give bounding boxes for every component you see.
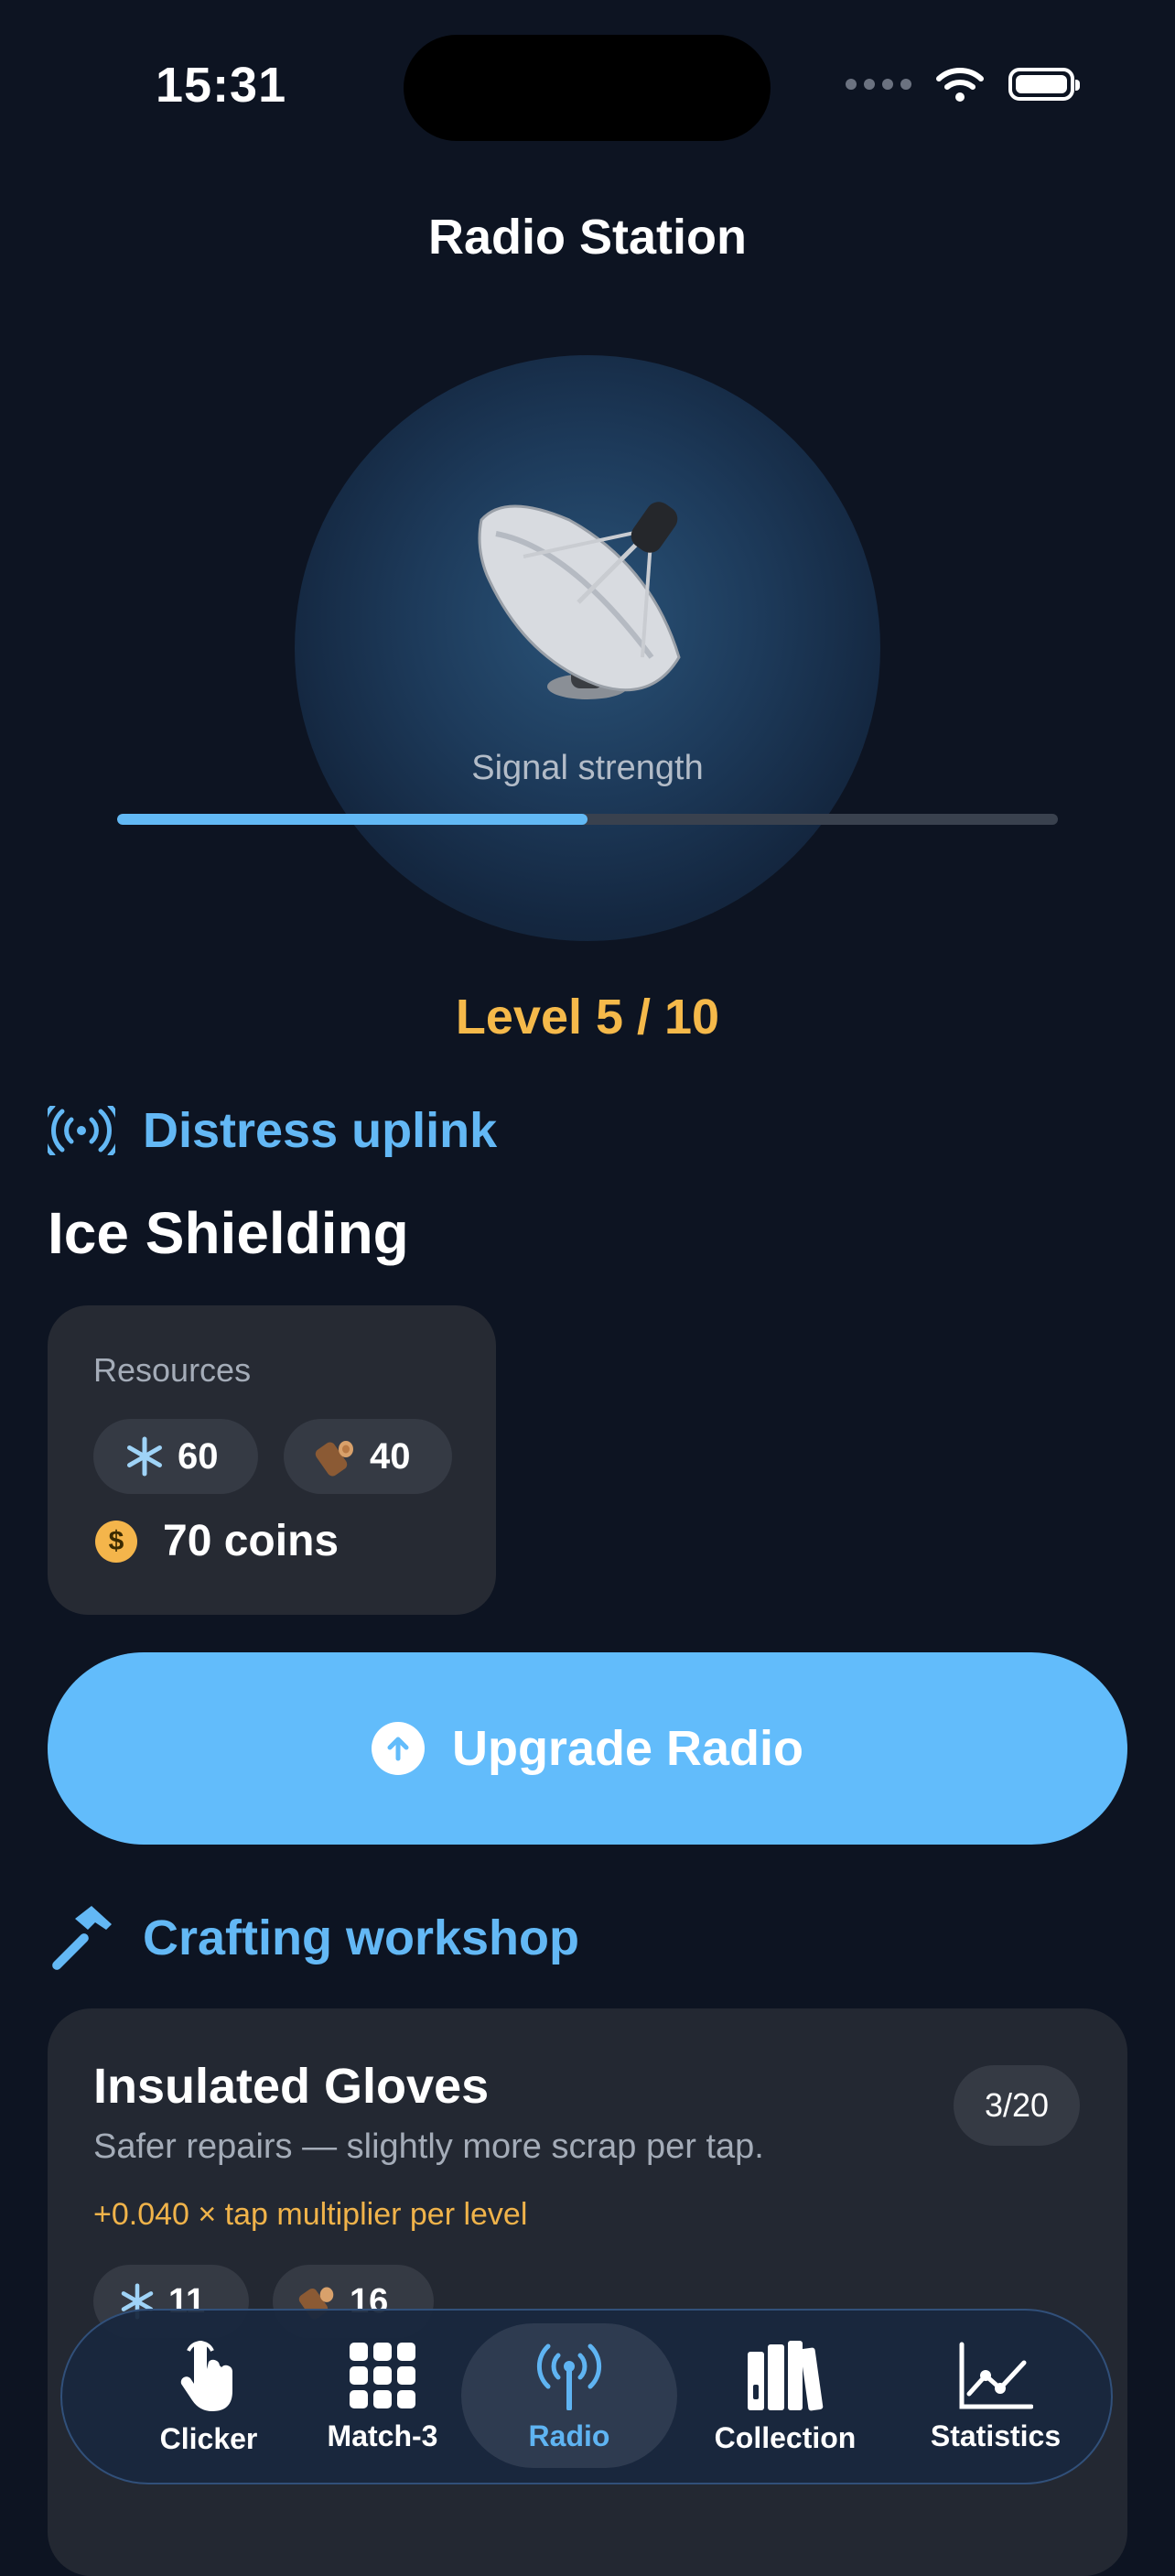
craft-item-card[interactable]: Insulated Gloves Safer repairs — slightl… (48, 2008, 1127, 2576)
tab-label: Statistics (930, 2419, 1062, 2452)
resources-card: Resources 60 40 $ 70 coins (48, 1305, 496, 1615)
craft-item-description: Safer repairs — slightly more scrap per … (93, 2127, 764, 2166)
wifi-icon (936, 68, 984, 102)
satellite-dish-icon (478, 502, 681, 699)
section-title: Distress uplink (143, 1103, 498, 1158)
books-icon (748, 2340, 824, 2410)
signal-strength-bar (117, 814, 1058, 825)
crafting-workshop-header: Crafting workshop (48, 1906, 579, 1970)
dynamic-island (404, 35, 771, 141)
coin-icon: $ (95, 1520, 137, 1563)
resource-chip-ice: 60 (93, 1419, 258, 1494)
grid-icon (350, 2342, 415, 2408)
hand-tap-icon (180, 2340, 232, 2411)
tab-label: Radio (528, 2419, 610, 2452)
section-title: Crafting workshop (143, 1910, 580, 1965)
coins-cost: $ 70 coins (95, 1516, 339, 1566)
arrow-up-circle-icon (371, 1722, 425, 1775)
coins-text: 70 coins (163, 1517, 340, 1565)
craft-item-title: Insulated Gloves (93, 2059, 490, 2114)
craft-item-bonus: +0.040 × tap multiplier per level (93, 2197, 528, 2232)
signal-strength-fill (117, 814, 588, 825)
level-indicator: Level 5 / 10 (455, 990, 720, 1044)
upgrade-name: Ice Shielding (48, 1200, 409, 1266)
craft-level-badge: 3/20 (954, 2065, 1080, 2146)
tab-bar: Clicker Match-3 Radio Collection Statist… (60, 2309, 1113, 2484)
tab-label: Collection (714, 2420, 857, 2454)
upgrade-radio-button[interactable]: Upgrade Radio (48, 1652, 1127, 1845)
antenna-icon (536, 2343, 602, 2410)
distress-uplink-header: Distress uplink (48, 1102, 497, 1159)
tab-statistics[interactable]: Statistics (895, 2311, 1096, 2483)
page-title: Radio Station (428, 210, 747, 265)
antenna-waves-icon (48, 1106, 115, 1155)
resource-chip-wood: 40 (284, 1419, 452, 1494)
cellular-signal-icon (846, 79, 911, 90)
resources-label: Resources (93, 1351, 252, 1389)
resource-wood-value: 40 (370, 1435, 411, 1477)
hammer-icon (52, 1906, 112, 1970)
tab-match-3[interactable]: Match-3 (291, 2311, 474, 2483)
status-icons (846, 66, 1080, 103)
tab-collection[interactable]: Collection (685, 2311, 886, 2483)
chart-line-icon (959, 2342, 1033, 2408)
tab-label: Clicker (159, 2421, 258, 2455)
status-time: 15:31 (156, 58, 287, 113)
resource-ice-value: 60 (178, 1435, 219, 1477)
tab-radio[interactable]: Radio (478, 2311, 661, 2483)
upgrade-button-label: Upgrade Radio (451, 1721, 804, 1776)
snowflake-icon (127, 1436, 162, 1477)
battery-icon (1008, 68, 1080, 101)
signal-strength-label: Signal strength (471, 749, 704, 787)
tab-label: Match-3 (327, 2419, 438, 2452)
wood-log-icon (315, 1441, 353, 1477)
tab-clicker[interactable]: Clicker (99, 2311, 318, 2483)
